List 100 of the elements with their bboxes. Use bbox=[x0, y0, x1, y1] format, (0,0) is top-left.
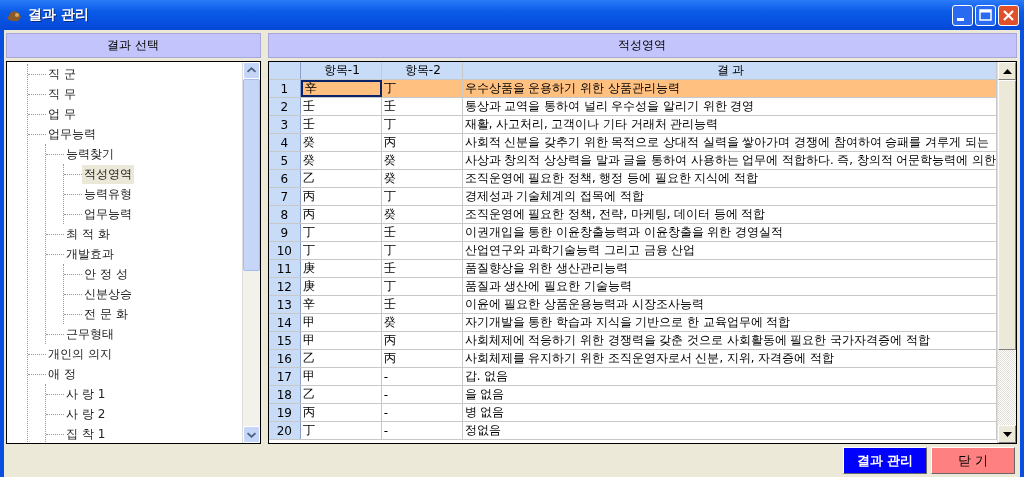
table-row[interactable]: 14 甲 癸 자기개발을 통한 학습과 지식을 기반으로 한 교육업무에 적합 bbox=[268, 314, 997, 332]
tree-item[interactable]: 근무형태 bbox=[64, 324, 116, 344]
tree-item[interactable]: 최 적 화 bbox=[64, 224, 112, 244]
table-cell: 丁 bbox=[381, 116, 463, 133]
minimize-icon bbox=[956, 17, 964, 21]
tree-item[interactable]: 신분상승 bbox=[82, 284, 134, 304]
table-cell: 庚 bbox=[300, 260, 382, 277]
row-number: 8 bbox=[268, 206, 301, 223]
tree-item[interactable]: 업무능력 bbox=[46, 124, 98, 144]
table-cell: 辛 bbox=[300, 296, 382, 313]
table-cell: 庚 bbox=[300, 278, 382, 295]
scroll-up-button[interactable] bbox=[998, 62, 1016, 80]
row-number: 10 bbox=[268, 242, 301, 259]
close-button[interactable] bbox=[998, 4, 1019, 26]
tree-item[interactable]: 업무능력 bbox=[82, 204, 134, 224]
table-row[interactable]: 6 乙 癸 조직운영에 필요한 정책, 행정 등에 필요한 지식에 적합 bbox=[268, 170, 997, 188]
up-triangle-icon bbox=[1002, 68, 1012, 74]
table-row[interactable]: 15 甲 丙 사회체제에 적응하기 위한 경쟁력을 갖춘 것으로 사회활동에 필요한 국가자격증에 적합 bbox=[268, 332, 997, 350]
row-number: 1 bbox=[268, 80, 301, 97]
table-cell: 丙 bbox=[381, 134, 463, 151]
table-cell: - bbox=[381, 386, 463, 403]
table-row[interactable]: 9 丁 壬 이권개입을 통한 이윤창출능력과 이윤창출을 위한 경영실적 bbox=[268, 224, 997, 242]
maximize-button[interactable] bbox=[975, 4, 996, 26]
panel-header: 적성영역 bbox=[267, 33, 1017, 58]
table-row[interactable]: 3 壬 丁 재활, 사고처리, 고객이나 기타 거래처 관리능력 bbox=[268, 116, 997, 134]
row-number: 19 bbox=[268, 404, 301, 421]
row-number: 20 bbox=[268, 422, 301, 439]
table-row[interactable]: 4 癸 丙 사회적 신분을 갖추기 위한 목적으로 상대적 실력을 쌓아가며 경쟁에 참여하여 승패를 겨루게 되는 bbox=[268, 134, 997, 152]
table-row[interactable]: 2 壬 壬 통상과 교역을 통하여 널리 우수성을 알리기 위한 경영 bbox=[268, 98, 997, 116]
table-cell: 甲 bbox=[300, 368, 382, 385]
panel-header: 결과 선택 bbox=[6, 33, 261, 58]
minimize-button[interactable] bbox=[952, 4, 973, 26]
tree-item[interactable]: 적성영역 bbox=[82, 164, 134, 184]
tree-item[interactable]: 능력찾기 bbox=[64, 144, 116, 164]
row-number: 11 bbox=[268, 260, 301, 277]
table-row[interactable]: 10 丁 丁 산업연구와 과학기술능력 그리고 금융 산업 bbox=[268, 242, 997, 260]
table-cell: 丁 bbox=[300, 422, 382, 439]
tree-item[interactable]: 애 정 bbox=[46, 364, 78, 384]
row-number: 12 bbox=[268, 278, 301, 295]
table-row[interactable]: 17 甲 - 갑. 없음 bbox=[268, 368, 997, 386]
tree-item[interactable]: 개인의 의지 bbox=[46, 344, 114, 364]
table-cell: 丁 bbox=[381, 80, 463, 97]
table-cell: 壬 bbox=[381, 296, 463, 313]
table-row[interactable]: 7 丙 丁 경제성과 기술체계의 접목에 적합 bbox=[268, 188, 997, 206]
table-cell: 丁 bbox=[300, 242, 382, 259]
row-number: 3 bbox=[268, 116, 301, 133]
row-number: 15 bbox=[268, 332, 301, 349]
tree-item[interactable]: 전 문 화 bbox=[82, 304, 130, 324]
row-number: 9 bbox=[268, 224, 301, 241]
table-cell: 壬 bbox=[381, 224, 463, 241]
table-row[interactable]: 16 乙 丙 사회체제를 유지하기 위한 조직운영자로서 신분, 지위, 자격증에 적합 bbox=[268, 350, 997, 368]
table-cell: 乙 bbox=[300, 350, 382, 367]
table-row[interactable]: 5 癸 癸 사상과 창의적 상상력을 말과 글을 통하여 사용하는 업무에 적합하다. 즉, 창의적 어문학능력에 의한 bbox=[268, 152, 997, 170]
table-cell: 甲 bbox=[300, 332, 382, 349]
tree-item[interactable]: 사 랑 2 bbox=[64, 404, 108, 424]
table-cell: 壬 bbox=[300, 116, 382, 133]
table-cell: - bbox=[381, 368, 463, 385]
table-cell: 癸 bbox=[381, 206, 463, 223]
action-button[interactable]: 결과 관리 bbox=[843, 447, 927, 474]
row-number: 7 bbox=[268, 188, 301, 205]
scroll-thumb[interactable] bbox=[242, 79, 260, 271]
tree-item[interactable]: 직 군 bbox=[46, 64, 78, 84]
table-cell: 丙 bbox=[300, 206, 382, 223]
table-cell: 癸 bbox=[381, 170, 463, 187]
table-cell: 丁 bbox=[300, 224, 382, 241]
tree-item[interactable]: 직 무 bbox=[46, 84, 78, 104]
table-row[interactable]: 8 丙 癸 조직운영에 필요한 정책, 전략, 마케팅, 데이터 등에 적합 bbox=[268, 206, 997, 224]
action-button[interactable]: 닫 기 bbox=[931, 447, 1015, 474]
table-cell: 甲 bbox=[300, 314, 382, 331]
row-number: 5 bbox=[268, 152, 301, 169]
table-cell: 癸 bbox=[300, 134, 382, 151]
table-cell: 丁 bbox=[381, 242, 463, 259]
tree-item[interactable]: 집 착 1 bbox=[64, 424, 108, 443]
table-row[interactable]: 12 庚 丁 품질과 생산에 필요한 기술능력 bbox=[268, 278, 997, 296]
tree-item[interactable]: 업 무 bbox=[46, 104, 78, 124]
row-number: 14 bbox=[268, 314, 301, 331]
table-cell: 壬 bbox=[300, 98, 382, 115]
scroll-down-button[interactable] bbox=[242, 426, 260, 443]
table-row[interactable]: 11 庚 壬 품질향상을 위한 생산관리능력 bbox=[268, 260, 997, 278]
table-row[interactable]: 1 辛 丁 우수상품을 운용하기 위한 상품관리능력 bbox=[268, 80, 997, 98]
scroll-down-button[interactable] bbox=[998, 425, 1016, 443]
table-row[interactable]: 18 乙 - 을 없음 bbox=[268, 386, 997, 404]
table-cell: 壬 bbox=[381, 260, 463, 277]
table-cell: 癸 bbox=[381, 152, 463, 169]
tree-item[interactable]: 개발효과 bbox=[64, 244, 116, 264]
row-number: 6 bbox=[268, 170, 301, 187]
row-number: 18 bbox=[268, 386, 301, 403]
scroll-up-button[interactable] bbox=[242, 62, 260, 79]
row-number: 13 bbox=[268, 296, 301, 313]
table-row[interactable]: 13 辛 壬 이윤에 필요한 상품운용능력과 시장조사능력 bbox=[268, 296, 997, 314]
table-cell: 癸 bbox=[381, 314, 463, 331]
tree-item[interactable]: 능력유형 bbox=[82, 184, 134, 204]
table-row[interactable]: 19 丙 - 병 없음 bbox=[268, 404, 997, 422]
tree-item[interactable]: 안 정 성 bbox=[82, 264, 130, 284]
row-number: 2 bbox=[268, 98, 301, 115]
window-title: 결과 관리 bbox=[28, 6, 89, 24]
tree-item[interactable]: 사 랑 1 bbox=[64, 384, 108, 404]
table-cell: 壬 bbox=[381, 98, 463, 115]
table-row[interactable]: 20 丁 - 정없음 bbox=[268, 422, 997, 440]
table-cell: 丙 bbox=[381, 350, 463, 367]
